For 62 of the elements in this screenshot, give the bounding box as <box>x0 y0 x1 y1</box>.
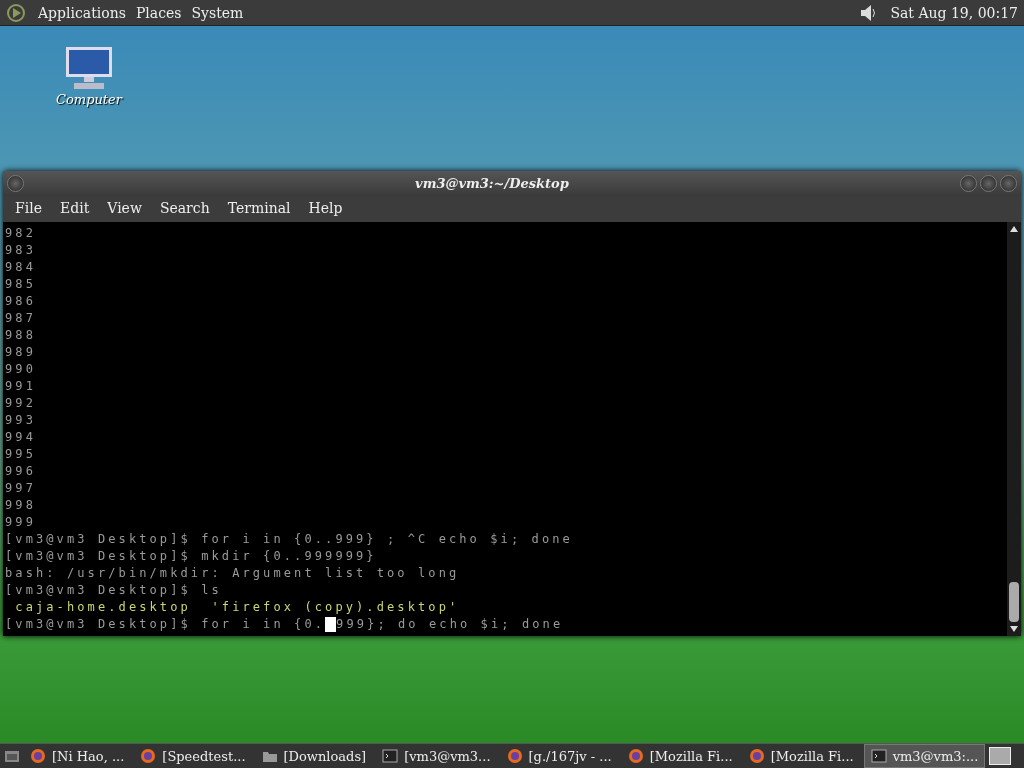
menu-item[interactable]: Search <box>150 199 219 216</box>
terminal-line: bash: /usr/bin/mkdir: Argument list too long <box>5 565 460 582</box>
maximize-button[interactable] <box>980 174 997 192</box>
logo-icon[interactable] <box>6 2 26 23</box>
terminal-icon <box>382 748 399 764</box>
panel-menu[interactable]: Applications <box>38 4 126 21</box>
panel-menu[interactable]: System <box>191 4 244 21</box>
minimize-button[interactable] <box>960 174 977 192</box>
terminal-line: 992 <box>5 395 36 412</box>
taskbar-button[interactable]: [Speedtest... <box>134 745 252 767</box>
terminal-line: 988 <box>5 327 36 344</box>
browser-icon <box>30 748 46 764</box>
menu-item[interactable]: File <box>6 199 51 216</box>
terminal-line: 997 <box>5 480 36 497</box>
terminal-line: 999 <box>5 514 36 531</box>
terminal-line: 998 <box>5 497 36 514</box>
window-title: vm3@vm3:~/Desktop <box>414 175 570 191</box>
close-button[interactable] <box>1000 174 1017 192</box>
menu-item[interactable]: Edit <box>50 199 99 216</box>
terminal-line: caja-home.desktop 'firefox (copy).desktop' <box>14 599 460 616</box>
terminal-line: [vm3@vm3 Desktop]$ ls <box>5 582 222 599</box>
icon-label[interactable]: Computer <box>56 92 122 107</box>
scrollbar[interactable] <box>1007 222 1021 636</box>
taskbar-button[interactable]: [Mozilla Fi... <box>621 745 739 767</box>
terminal-line: 999}; do echo $i; done <box>336 616 564 633</box>
terminal-line: 994 <box>5 429 36 446</box>
terminal-line: [vm3@vm3 Desktop]$ for i in {0..999} ; ^C echo $i; done <box>5 531 573 548</box>
browser-icon <box>140 748 157 764</box>
terminal-line: 995 <box>5 446 36 463</box>
taskbar-button[interactable]: [Ni Hao, ... <box>24 745 131 767</box>
terminal-line: 985 <box>5 276 36 293</box>
menu-item[interactable]: Terminal <box>218 199 300 216</box>
terminal-line: 996 <box>5 463 36 480</box>
show-desktop-icon[interactable] <box>4 748 20 764</box>
terminal-icon <box>870 748 887 764</box>
workspace-switcher[interactable] <box>989 747 1012 765</box>
taskbar-button[interactable]: [Mozilla Fi... <box>742 745 860 767</box>
terminal-line: 989 <box>5 344 36 361</box>
terminal-line: 984 <box>5 259 36 276</box>
browser-icon <box>506 748 523 764</box>
text-cursor <box>325 617 337 632</box>
computer-icon[interactable] <box>64 46 114 92</box>
menu-item[interactable]: View <box>98 199 151 216</box>
taskbar-button[interactable]: [Downloads] <box>255 745 373 767</box>
taskbar-button[interactable]: vm3@vm3:... <box>863 744 986 768</box>
terminal-line: 983 <box>5 242 36 259</box>
clock[interactable]: Sat Aug 19, 00:17 <box>890 4 1018 21</box>
menu-item[interactable]: Help <box>299 199 352 216</box>
terminal-line: 986 <box>5 293 36 310</box>
terminal-line: [vm3@vm3 Desktop]$ mkdir {0..999999} <box>5 548 377 565</box>
terminal-line: 990 <box>5 361 36 378</box>
terminal-line: [vm3@vm3 Desktop]$ for i in {0. <box>5 616 326 633</box>
terminal-line: 987 <box>5 310 36 327</box>
browser-icon <box>748 748 765 764</box>
taskbar-button[interactable]: [vm3@vm3... <box>376 745 497 767</box>
terminal-line: 982 <box>5 225 36 242</box>
window-menu-button[interactable] <box>7 174 24 192</box>
terminal-line: 991 <box>5 378 36 395</box>
browser-icon <box>627 748 644 764</box>
terminal-line: 993 <box>5 412 36 429</box>
panel-menu[interactable]: Places <box>135 4 182 21</box>
taskbar-button[interactable]: [g./167jv - ... <box>500 745 618 767</box>
